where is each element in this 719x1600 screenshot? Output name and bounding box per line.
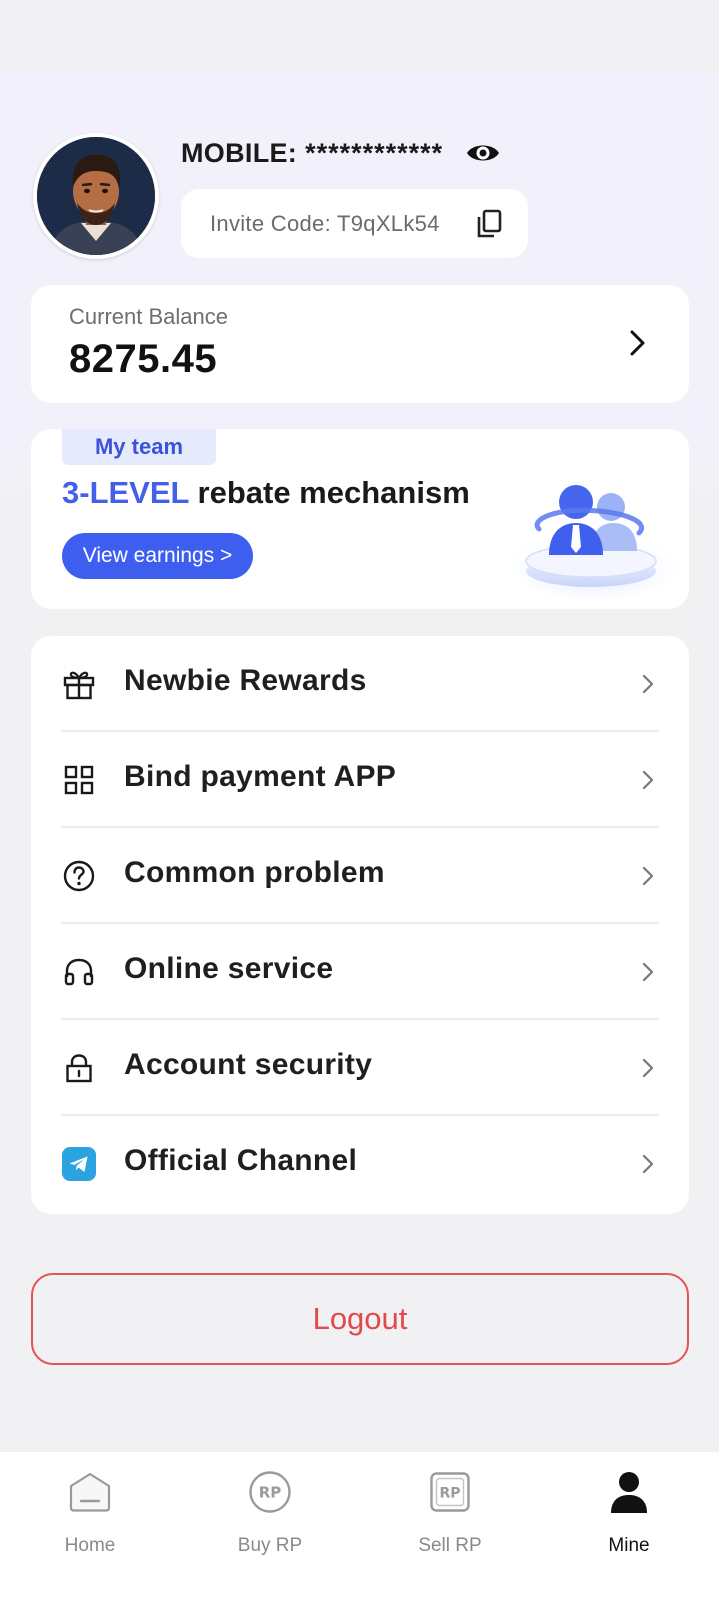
copy-icon[interactable] [475,209,503,239]
team-headline: 3-LEVEL rebate mechanism [62,475,470,511]
user-icon [611,1472,647,1513]
team-headline-highlight: 3-LEVEL [62,475,189,510]
menu-item-label: Account security [124,1048,373,1081]
chevron-right-icon [642,866,654,886]
tab-mine[interactable]: Mine [564,1452,694,1572]
telegram-icon [62,1147,96,1181]
chevron-right-icon [642,1154,654,1174]
status-bar [0,0,719,72]
invite-code-text: Invite Code: T9qXLk54 [210,210,440,236]
tab-label: Sell RP [418,1535,482,1556]
invite-code-box: Invite Code: T9qXLk54 [181,189,528,258]
chevron-right-icon [642,674,654,694]
eye-icon[interactable] [465,138,501,168]
tab-label: Buy RP [237,1535,303,1556]
menu-item-newbie-rewards[interactable]: Newbie Rewards [31,636,689,732]
svg-text:RP: RP [259,1484,282,1502]
mine-page: MOBILE: ************ Invite Code: T9qXLk… [0,0,719,1600]
team-illustration-icon [509,485,679,599]
menu-item-label: Newbie Rewards [124,664,367,697]
headset-icon [64,958,94,986]
gift-icon [63,671,95,700]
menu-item-bind-payment-app[interactable]: Bind payment APP [31,732,689,828]
bottom-tab-bar: Home RP Buy RP RP Sell RP Mine [0,1452,719,1600]
menu-item-label: Official Channel [124,1144,358,1177]
team-headline-rest: rebate mechanism [188,475,470,510]
balance-value: 8275.45 [69,337,218,381]
menu-item-official-channel[interactable]: Official Channel [31,1116,689,1212]
svg-text:RP: RP [439,1486,460,1502]
tab-home[interactable]: Home [25,1452,155,1572]
mobile-value: ************ [305,137,444,168]
avatar-image [37,137,155,255]
menu-item-label: Online service [124,952,334,985]
menu-item-label: Bind payment APP [124,760,397,793]
menu-item-online-service[interactable]: Online service [31,924,689,1020]
menu-item-common-problem[interactable]: Common problem [31,828,689,924]
balance-label: Current Balance [69,304,228,329]
menu-list: Newbie Rewards Bind payment APP Common p… [31,636,689,1214]
logout-button[interactable]: Logout [31,1273,689,1365]
avatar[interactable] [33,133,159,259]
lock-icon [66,1054,92,1083]
tab-label: Mine [608,1535,650,1556]
sell-rp-icon: RP [430,1472,470,1512]
balance-card[interactable]: Current Balance 8275.45 [31,285,689,403]
chevron-right-icon [642,770,654,790]
grid-icon [64,765,94,795]
chevron-right-icon [642,962,654,982]
view-earnings-button[interactable]: View earnings > [62,533,253,579]
mobile-row: MOBILE: ************ [181,135,443,171]
buy-rp-icon: RP [249,1471,291,1513]
chevron-right-icon [642,1058,654,1078]
team-card[interactable]: My team 3-LEVEL rebate mechanism View ea… [31,429,689,609]
question-icon [63,860,95,892]
team-tag: My team [62,429,216,465]
home-icon [69,1472,111,1512]
tab-label: Home [64,1535,116,1556]
tab-buy-rp[interactable]: RP Buy RP [205,1452,335,1572]
menu-item-label: Common problem [124,856,385,889]
menu-item-account-security[interactable]: Account security [31,1020,689,1116]
tab-sell-rp[interactable]: RP Sell RP [385,1452,515,1572]
chevron-right-icon [630,330,645,356]
mobile-label: MOBILE: [181,137,298,168]
